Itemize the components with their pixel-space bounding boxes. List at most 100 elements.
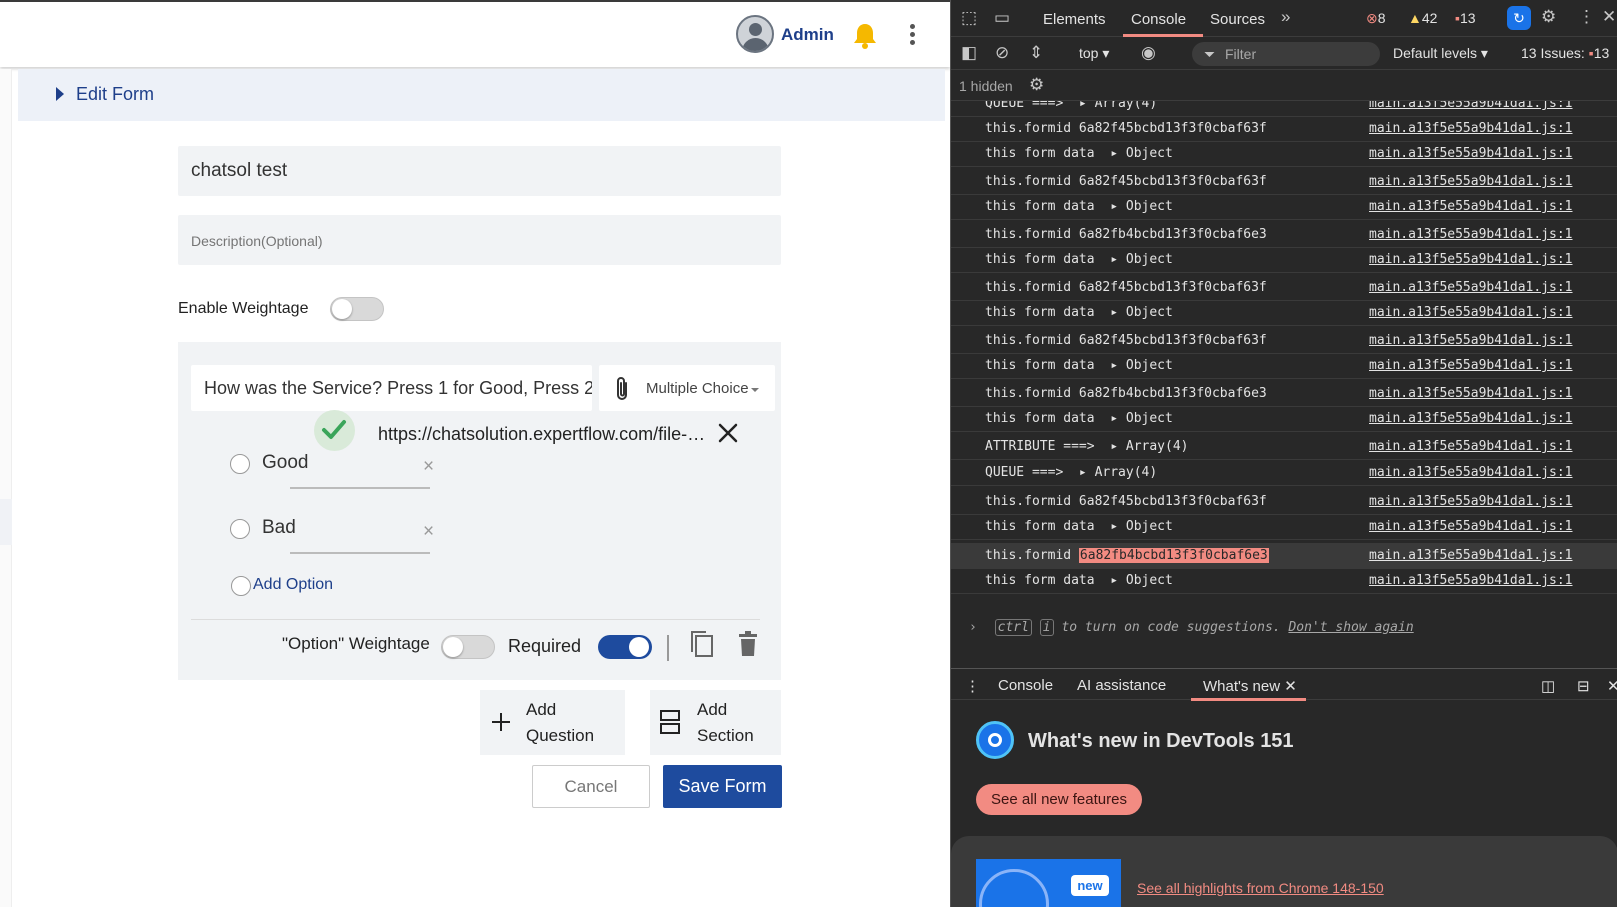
log-source-link[interactable]: main.a13f5e55a9b41da1.js:1 [1369, 252, 1573, 267]
error-count[interactable]: ⊗8 [1366, 10, 1386, 27]
log-row[interactable]: this form data ▸ Object main.a13f5e55a9b4… [951, 568, 1617, 594]
log-row[interactable]: this form data ▸ Object main.a13f5e55a9b4… [951, 300, 1617, 326]
remove-option-icon[interactable]: × [423, 456, 434, 478]
paperclip-icon[interactable] [611, 375, 633, 403]
log-source-link[interactable]: main.a13f5e55a9b41da1.js:1 [1369, 101, 1573, 111]
add-option-link[interactable]: Add Option [253, 576, 333, 594]
panel-header[interactable] [18, 69, 945, 121]
log-row[interactable]: this form data ▸ Object main.a13f5e55a9b4… [951, 247, 1617, 273]
option-label[interactable]: Good [262, 452, 308, 474]
panel-title[interactable]: Edit Form [76, 84, 154, 105]
info-count[interactable]: ▪13 [1455, 10, 1476, 26]
trash-icon[interactable] [737, 631, 759, 657]
log-row[interactable]: QUEUE ===> ▸ Array(4) main.a13f5e55a9b41d… [951, 101, 1617, 117]
option-label[interactable]: Bad [262, 517, 296, 539]
log-source-link[interactable]: main.a13f5e55a9b41da1.js:1 [1369, 386, 1573, 401]
extension-icon[interactable]: ↻ [1507, 6, 1531, 30]
sidebar-toggle-icon[interactable]: ◧ [961, 43, 977, 63]
log-source-link[interactable]: main.a13f5e55a9b41da1.js:1 [1369, 121, 1573, 136]
filter-input[interactable]: ⏷ Filter [1192, 42, 1380, 66]
console-prompt[interactable]: › ctrl i to turn on code suggestions. Do… [969, 619, 1414, 636]
context-selector[interactable]: top ▾ [1079, 45, 1109, 62]
tab-console[interactable]: Console [1131, 11, 1186, 28]
option-radio[interactable] [230, 519, 250, 539]
caret-right-icon[interactable] [56, 87, 64, 101]
dont-show-again-link[interactable]: Don't show again [1288, 620, 1413, 635]
log-levels-select[interactable]: Default levels ▾ [1393, 45, 1488, 62]
log-row[interactable]: this.formid 6a82f45bcbd13f3f0cbaf63f main… [951, 489, 1617, 515]
log-source-link[interactable]: main.a13f5e55a9b41da1.js:1 [1369, 439, 1573, 454]
log-row[interactable]: this form data ▸ Object main.a13f5e55a9b4… [951, 406, 1617, 432]
warning-count[interactable]: ▲42 [1408, 10, 1437, 26]
log-source-link[interactable]: main.a13f5e55a9b41da1.js:1 [1369, 548, 1573, 563]
more-tabs-icon[interactable]: » [1281, 7, 1290, 27]
enable-weightage-toggle[interactable] [330, 297, 384, 321]
option-weightage-toggle[interactable] [441, 635, 495, 659]
see-all-features-button[interactable]: See all new features [976, 784, 1142, 815]
drawer-menu-icon[interactable]: ⋮ [965, 677, 980, 695]
cancel-button[interactable]: Cancel [532, 765, 650, 808]
form-title-input[interactable]: chatsol test [178, 146, 781, 196]
tab-elements[interactable]: Elements [1043, 11, 1106, 28]
log-row[interactable]: this.formid 6a82f45bcbd13f3f0cbaf63f main… [951, 116, 1617, 142]
log-row[interactable]: this.formid 6a82f45bcbd13f3f0cbaf63f main… [951, 275, 1617, 301]
close-drawer-icon[interactable]: ✕ [1607, 677, 1617, 695]
avatar[interactable] [736, 15, 774, 53]
create-live-expression-icon[interactable]: ⇕ [1029, 43, 1043, 63]
log-row[interactable]: this.formid 6a82f45bcbd13f3f0cbaf63f main… [951, 169, 1617, 195]
question-text-input[interactable]: How was the Service? Press 1 for Good, P… [191, 365, 592, 411]
tab-sources[interactable]: Sources [1210, 11, 1265, 28]
close-devtools-icon[interactable]: ✕ [1602, 7, 1616, 27]
log-row[interactable]: this.formid 6a82fb4bcbd13f3f0cbaf6e3 main… [951, 381, 1617, 407]
log-row[interactable]: QUEUE ===> ▸ Array(4) main.a13f5e55a9b41d… [951, 460, 1617, 486]
user-name[interactable]: Admin [781, 25, 834, 45]
log-source-link[interactable]: main.a13f5e55a9b41da1.js:1 [1369, 146, 1573, 161]
log-source-link[interactable]: main.a13f5e55a9b41da1.js:1 [1369, 333, 1573, 348]
log-row[interactable]: this.formid 6a82f45bcbd13f3f0cbaf63f main… [951, 328, 1617, 354]
dock-side-icon[interactable]: ◫ [1541, 677, 1555, 695]
log-row[interactable]: this.formid 6a82fb4bcbd13f3f0cbaf6e3 main… [951, 543, 1617, 569]
close-icon[interactable] [717, 422, 739, 444]
drawer-tab-ai-assistance[interactable]: AI assistance [1077, 677, 1166, 694]
log-source-link[interactable]: main.a13f5e55a9b41da1.js:1 [1369, 411, 1573, 426]
clear-console-icon[interactable]: ⊘ [995, 43, 1009, 63]
log-row[interactable]: this form data ▸ Object main.a13f5e55a9b4… [951, 194, 1617, 220]
issues-link[interactable]: 13 Issues: ▪13 [1521, 45, 1609, 61]
drawer-dock-icon[interactable]: ⊟ [1577, 677, 1590, 695]
add-question-button[interactable]: Add Question [480, 690, 625, 755]
log-source-link[interactable]: main.a13f5e55a9b41da1.js:1 [1369, 358, 1573, 373]
bell-icon[interactable] [852, 22, 878, 50]
eye-icon[interactable]: ◉ [1141, 43, 1156, 63]
form-description-input[interactable]: Description(Optional) [178, 215, 781, 265]
drawer-tab-whats-new[interactable]: What's new ✕ [1203, 677, 1297, 695]
option-radio[interactable] [230, 454, 250, 474]
console-settings-icon[interactable]: ⚙ [1029, 75, 1044, 95]
inspect-element-icon[interactable]: ⬚ [961, 8, 977, 28]
attachment-url[interactable]: https://chatsolution.expertflow.com/file… [378, 424, 708, 445]
copy-icon[interactable] [688, 629, 716, 659]
log-source-link[interactable]: main.a13f5e55a9b41da1.js:1 [1369, 494, 1573, 509]
drawer-tab-console[interactable]: Console [998, 677, 1053, 694]
log-source-link[interactable]: main.a13f5e55a9b41da1.js:1 [1369, 519, 1573, 534]
save-form-button[interactable]: Save Form [663, 765, 782, 808]
more-options-icon[interactable] [904, 24, 920, 50]
log-row[interactable]: this form data ▸ Object main.a13f5e55a9b4… [951, 514, 1617, 540]
log-source-link[interactable]: main.a13f5e55a9b41da1.js:1 [1369, 465, 1573, 480]
log-row[interactable]: this form data ▸ Object main.a13f5e55a9b4… [951, 141, 1617, 167]
log-source-link[interactable]: main.a13f5e55a9b41da1.js:1 [1369, 305, 1573, 320]
log-source-link[interactable]: main.a13f5e55a9b41da1.js:1 [1369, 199, 1573, 214]
log-row[interactable]: this.formid 6a82fb4bcbd13f3f0cbaf6e3 main… [951, 222, 1617, 248]
highlights-link[interactable]: See all highlights from Chrome 148-150 [1137, 880, 1384, 896]
close-tab-icon[interactable]: ✕ [1284, 678, 1297, 695]
settings-icon[interactable]: ⚙ [1541, 7, 1556, 27]
log-row[interactable]: ATTRIBUTE ===> ▸ Array(4) main.a13f5e55a9… [951, 434, 1617, 460]
customize-menu-icon[interactable]: ⋮ [1578, 7, 1595, 27]
log-source-link[interactable]: main.a13f5e55a9b41da1.js:1 [1369, 174, 1573, 189]
device-toolbar-icon[interactable]: ▭ [994, 8, 1010, 28]
required-toggle[interactable] [598, 635, 652, 659]
log-row[interactable]: this form data ▸ Object main.a13f5e55a9b4… [951, 353, 1617, 379]
remove-option-icon[interactable]: × [423, 521, 434, 543]
add-section-button[interactable]: Add Section [650, 690, 781, 755]
log-source-link[interactable]: main.a13f5e55a9b41da1.js:1 [1369, 227, 1573, 242]
log-source-link[interactable]: main.a13f5e55a9b41da1.js:1 [1369, 280, 1573, 295]
